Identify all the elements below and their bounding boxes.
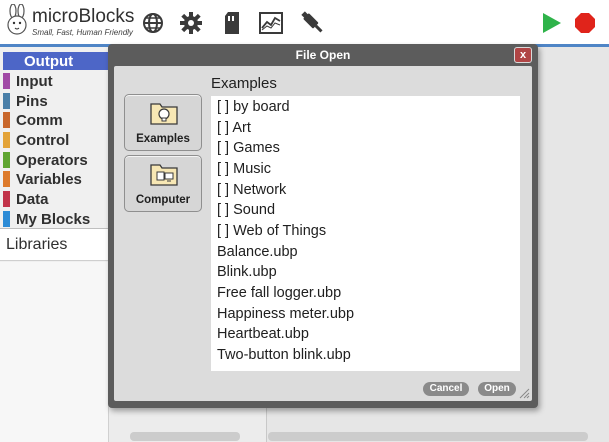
category-label: Control xyxy=(16,131,70,149)
file-item[interactable]: Heartbeat.ubp xyxy=(217,326,309,342)
category-swatch xyxy=(3,53,10,69)
computer-label: Computer xyxy=(135,194,191,206)
category-label: Pins xyxy=(16,92,48,110)
start-icon[interactable] xyxy=(538,10,564,36)
category-operators[interactable]: Operators xyxy=(3,151,108,169)
category-label: Variables xyxy=(16,170,82,188)
category-swatch xyxy=(3,152,10,168)
file-item[interactable]: [ ] Web of Things xyxy=(217,223,326,239)
microblocks-app: microBlocks Small, Fast, Human Friendly … xyxy=(0,0,609,442)
usb-icon[interactable] xyxy=(300,10,326,36)
category-swatch xyxy=(3,132,10,148)
open-button[interactable]: Open xyxy=(478,382,516,396)
category-label: My Blocks xyxy=(16,210,91,228)
libraries-list xyxy=(0,262,108,442)
examples-source-button[interactable]: Examples xyxy=(124,94,202,151)
computer-folder-icon xyxy=(150,164,178,186)
file-item[interactable]: Happiness meter.ubp xyxy=(217,306,354,322)
blocks-scrollbar[interactable] xyxy=(130,432,240,441)
file-item[interactable]: [ ] Games xyxy=(217,140,280,156)
category-input[interactable]: Input xyxy=(3,72,108,90)
file-item[interactable]: [ ] Art xyxy=(217,120,251,136)
category-label: Operators xyxy=(16,151,88,169)
dialog-title: File Open xyxy=(295,48,351,62)
resize-handle-icon[interactable] xyxy=(518,387,530,399)
stop-icon[interactable] xyxy=(572,10,598,36)
category-swatch xyxy=(3,93,10,109)
category-swatch xyxy=(3,191,10,207)
file-item[interactable]: Blink.ubp xyxy=(217,264,277,280)
lightbulb-folder-icon xyxy=(150,103,178,125)
top-toolbar: microBlocks Small, Fast, Human Friendly xyxy=(0,0,609,44)
gear-icon[interactable] xyxy=(178,10,204,36)
category-comm[interactable]: Comm xyxy=(3,111,108,129)
app-brand: microBlocks xyxy=(32,6,135,27)
file-item[interactable]: [ ] Sound xyxy=(217,202,275,218)
close-button[interactable]: x xyxy=(514,47,532,63)
file-item[interactable]: [ ] Network xyxy=(217,182,286,198)
category-label: Comm xyxy=(16,111,63,129)
category-variables[interactable]: Variables xyxy=(3,170,108,188)
globe-icon[interactable] xyxy=(140,10,166,36)
category-label: Output xyxy=(24,52,74,70)
scripts-scrollbar[interactable] xyxy=(268,432,588,441)
category-output[interactable]: Output xyxy=(3,52,108,70)
category-swatch xyxy=(3,211,10,227)
category-swatch xyxy=(3,112,10,128)
category-pins[interactable]: Pins xyxy=(3,92,108,110)
category-label: Input xyxy=(16,72,53,90)
bunny-logo-icon xyxy=(7,4,27,35)
file-icon[interactable] xyxy=(219,10,245,36)
computer-source-button[interactable]: Computer xyxy=(124,155,202,212)
file-item[interactable]: Two-button blink.ubp xyxy=(217,347,351,363)
cancel-button[interactable]: Cancel xyxy=(423,382,469,396)
category-swatch xyxy=(3,73,10,89)
graph-icon[interactable] xyxy=(258,10,284,36)
file-item[interactable]: Balance.ubp xyxy=(217,244,298,260)
file-item[interactable]: Free fall logger.ubp xyxy=(217,285,341,301)
category-label: Data xyxy=(16,190,49,208)
file-list: [ ] by board [ ] Art [ ] Games [ ] Music… xyxy=(211,96,520,371)
category-my-blocks[interactable]: My Blocks xyxy=(3,210,108,228)
category-data[interactable]: Data xyxy=(3,190,108,208)
app-tagline: Small, Fast, Human Friendly xyxy=(32,28,133,37)
libraries-header[interactable]: Libraries xyxy=(0,229,108,261)
dialog-body: Examples Computer Examples [ ] by board … xyxy=(114,66,532,401)
category-swatch xyxy=(3,171,10,187)
examples-label: Examples xyxy=(136,133,190,145)
file-open-dialog: File Open x Examples Computer Examples [… xyxy=(108,44,538,408)
folder-heading: Examples xyxy=(211,75,277,92)
file-item[interactable]: [ ] by board xyxy=(217,99,290,115)
file-item[interactable]: [ ] Music xyxy=(217,161,271,177)
category-control[interactable]: Control xyxy=(3,131,108,149)
